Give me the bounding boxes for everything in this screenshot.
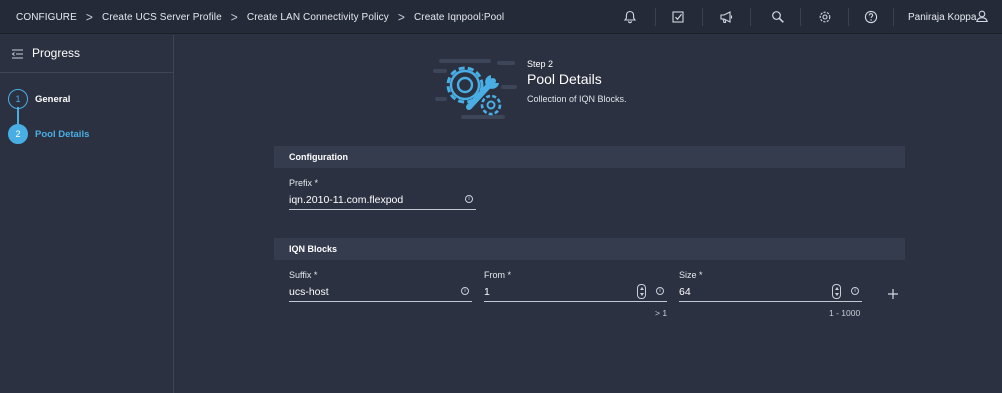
- size-input[interactable]: 64 i: [679, 284, 862, 302]
- from-input[interactable]: 1 i: [484, 284, 667, 302]
- page-title: Pool Details: [527, 71, 602, 87]
- iqn-blocks-section-header: IQN Blocks: [274, 238, 905, 260]
- breadcrumb-separator: >: [85, 9, 94, 25]
- size-hint: 1 - 1000: [829, 308, 861, 318]
- stepper-icon[interactable]: [637, 284, 646, 299]
- configuration-section-header: Configuration: [274, 146, 905, 168]
- from-value: 1: [484, 286, 490, 298]
- search-icon[interactable]: [770, 9, 786, 25]
- breadcrumb-create-lan-policy[interactable]: Create LAN Connectivity Policy: [247, 12, 389, 23]
- size-value: 64: [679, 286, 691, 298]
- breadcrumb: CONFIGURE > Create UCS Server Profile > …: [16, 0, 504, 34]
- breadcrumb-separator: >: [230, 9, 238, 25]
- breadcrumb-separator: >: [397, 9, 405, 25]
- divider: [848, 8, 849, 26]
- gear-icon[interactable]: [817, 9, 833, 25]
- info-icon[interactable]: i: [656, 287, 664, 295]
- info-icon[interactable]: i: [461, 287, 469, 295]
- collapse-menu-icon[interactable]: [11, 47, 24, 59]
- step-label: Pool Details: [35, 128, 90, 140]
- from-hint: > 1: [655, 308, 668, 318]
- suffix-value: ucs-host: [289, 286, 329, 298]
- step-number: 2: [8, 124, 28, 144]
- suffix-input[interactable]: ucs-host i: [289, 284, 472, 302]
- sidebar-step-pool-details[interactable]: 2 Pool Details: [8, 124, 89, 144]
- sidebar-title: Progress: [32, 46, 81, 60]
- divider: [750, 8, 751, 26]
- step-number-text: Step 2: [527, 59, 554, 69]
- divider: [655, 8, 656, 26]
- info-icon[interactable]: i: [851, 287, 859, 295]
- prefix-label: Prefix *: [289, 178, 319, 188]
- bell-icon[interactable]: [622, 9, 638, 25]
- user-icon[interactable]: [975, 9, 991, 25]
- step-label: General: [35, 93, 71, 105]
- progress-sidebar: Progress 1 General 2 Pool Details: [0, 35, 174, 393]
- stepper-icon[interactable]: [832, 284, 841, 299]
- megaphone-icon[interactable]: [718, 9, 734, 25]
- section-title: Configuration: [289, 152, 348, 162]
- breadcrumb-configure[interactable]: CONFIGURE: [16, 12, 77, 23]
- divider: [800, 8, 801, 26]
- add-block-icon[interactable]: [887, 287, 899, 299]
- breadcrumb-create-server-profile[interactable]: Create UCS Server Profile: [102, 12, 222, 23]
- divider: [702, 8, 703, 26]
- prefix-input[interactable]: iqn.2010-11.com.flexpod i: [289, 192, 476, 210]
- divider: [893, 8, 894, 26]
- section-title: IQN Blocks: [289, 244, 338, 254]
- top-bar: CONFIGURE > Create UCS Server Profile > …: [0, 0, 1002, 34]
- sidebar-header: Progress: [0, 35, 174, 73]
- sidebar-step-general[interactable]: 1 General: [8, 89, 70, 109]
- breadcrumb-current-page: Create Iqnpool:Pool: [413, 11, 505, 23]
- gear-wrench-icon: [433, 57, 517, 121]
- checklist-icon[interactable]: [670, 9, 686, 25]
- from-label: From *: [484, 270, 511, 280]
- page-subtitle: Collection of IQN Blocks.: [527, 94, 627, 104]
- info-icon[interactable]: i: [465, 195, 473, 203]
- prefix-value: iqn.2010-11.com.flexpod: [289, 194, 404, 206]
- suffix-label: Suffix *: [289, 270, 318, 280]
- step-number: 1: [8, 89, 28, 109]
- user-name[interactable]: Paniraja Koppa: [908, 0, 976, 34]
- help-icon[interactable]: [863, 9, 879, 25]
- size-label: Size *: [679, 270, 703, 280]
